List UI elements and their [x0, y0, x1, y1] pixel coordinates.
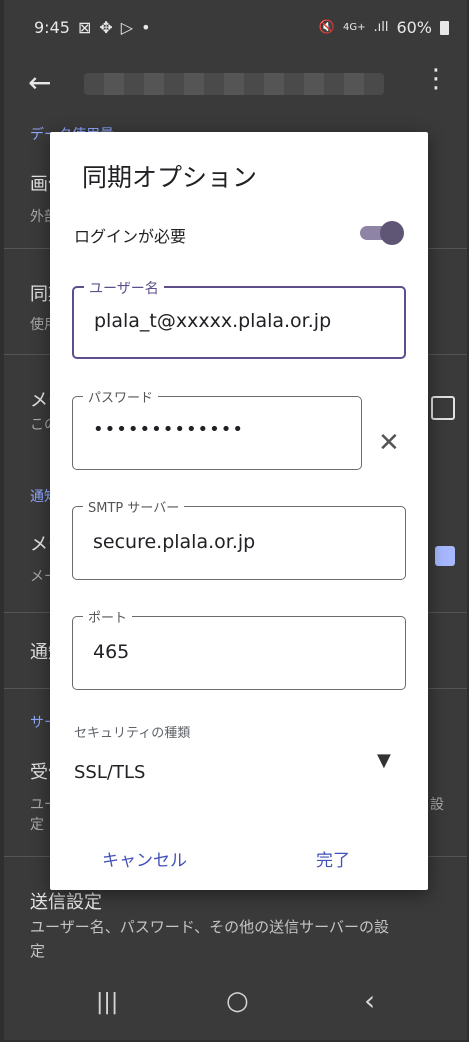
- back-arrow-icon[interactable]: ←: [28, 66, 51, 99]
- grid-icon: ✥: [99, 18, 113, 37]
- clock: 9:45: [34, 18, 70, 37]
- app-bar: ← ⋮: [4, 56, 467, 112]
- clear-password-icon[interactable]: ✕: [378, 428, 400, 458]
- more-menu-icon[interactable]: ⋮: [423, 64, 449, 94]
- setting-mail-checkbox[interactable]: [431, 396, 455, 420]
- toggle-thumb: [380, 221, 404, 245]
- sync-options-dialog: 同期オプション ログインが必要 ユーザー名 plala_t@xxxxx.plal…: [50, 132, 428, 890]
- password-field[interactable]: パスワード •••••••••••••: [72, 387, 362, 470]
- cancel-button[interactable]: キャンセル: [102, 846, 187, 871]
- back-icon[interactable]: ‹: [364, 984, 375, 1017]
- port-value: 465: [93, 641, 130, 663]
- setting-incoming-sub2: 定: [30, 817, 44, 833]
- signal-icon: .ıll: [373, 20, 389, 35]
- login-required-row[interactable]: ログインが必要: [74, 217, 404, 247]
- setting-outgoing-sub2: 定: [30, 942, 46, 960]
- dropdown-arrow-icon[interactable]: ▼: [377, 750, 391, 771]
- gallery-icon: ⊠: [77, 18, 92, 37]
- smtp-server-field[interactable]: SMTP サーバー secure.plala.or.jp: [72, 497, 406, 580]
- password-label: パスワード: [83, 387, 159, 406]
- system-nav-bar: ||| ○ ‹: [4, 972, 467, 1040]
- port-field[interactable]: ポート 465: [72, 607, 406, 690]
- password-value: •••••••••••••: [93, 419, 245, 440]
- setting-outgoing-title[interactable]: 送信設定: [30, 888, 102, 914]
- login-required-label: ログインが必要: [74, 227, 187, 246]
- dot-icon: •: [141, 18, 151, 37]
- security-type-select[interactable]: SSL/TLS: [74, 762, 145, 783]
- username-value: plala_t@xxxxx.plala.or.jp: [94, 310, 332, 332]
- battery-text: 60%: [396, 18, 432, 37]
- smtp-value: secure.plala.or.jp: [93, 531, 256, 553]
- status-bar: 9:45 ⊠ ✥ ▷ • 🔇 4G+ .ıll 60%: [4, 0, 467, 56]
- username-field[interactable]: ユーザー名 plala_t@xxxxx.plala.or.jp: [72, 278, 406, 359]
- setting-notify-checkbox[interactable]: [435, 546, 455, 566]
- port-label: ポート: [83, 607, 133, 626]
- setting-incoming-right: 設: [430, 797, 444, 813]
- play-icon: ▷: [120, 18, 134, 37]
- network-icon: 4G+: [342, 22, 366, 33]
- mute-icon: 🔇: [318, 20, 335, 35]
- login-required-toggle[interactable]: [360, 221, 404, 245]
- home-icon[interactable]: ○: [226, 986, 249, 1016]
- battery-icon: [440, 20, 449, 35]
- account-title-redacted: [84, 73, 384, 95]
- dialog-title: 同期オプション: [82, 163, 258, 192]
- setting-outgoing-sub: ユーザー名、パスワード、その他の送信サーバーの設: [30, 918, 389, 936]
- smtp-label: SMTP サーバー: [83, 497, 185, 516]
- security-type-label: セキュリティの種類: [74, 726, 191, 741]
- done-button[interactable]: 完了: [316, 846, 350, 871]
- recent-apps-icon[interactable]: |||: [96, 990, 118, 1015]
- username-label: ユーザー名: [84, 278, 164, 298]
